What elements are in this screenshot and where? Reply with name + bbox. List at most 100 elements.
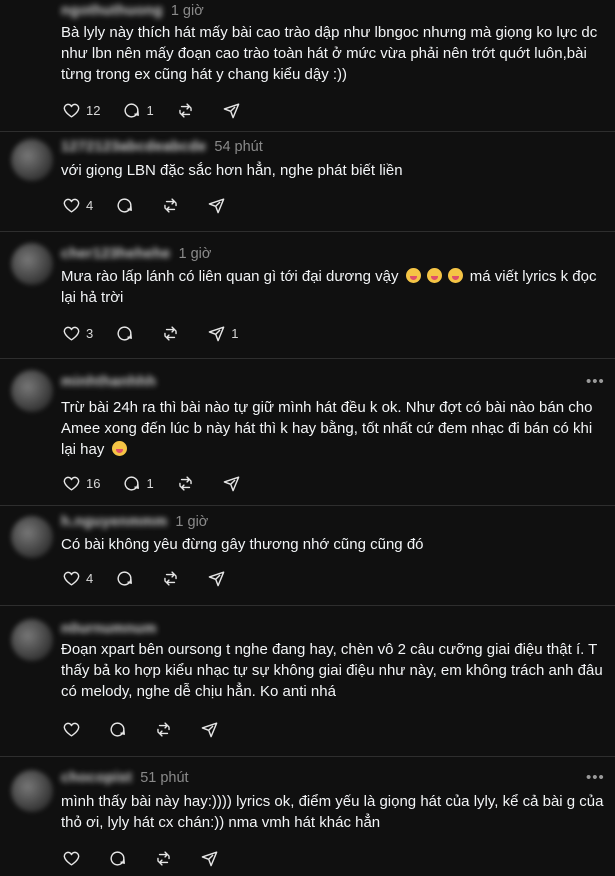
username[interactable]: cher123hehehe	[61, 246, 171, 262]
heart-icon	[63, 476, 80, 491]
repost-button[interactable]	[161, 196, 185, 215]
username[interactable]: 1272123abcdeabcde	[61, 139, 206, 155]
send-icon	[223, 102, 240, 118]
post-actions	[62, 719, 246, 739]
repost-icon	[178, 475, 192, 491]
avatar[interactable]	[11, 370, 53, 412]
post-actions: 4	[62, 568, 253, 588]
heart-icon	[63, 198, 80, 213]
tongue-out-emoji-icon	[405, 268, 421, 283]
timestamp: 1 giờ	[175, 514, 209, 530]
like-button[interactable]: 4	[62, 569, 93, 588]
repost-button[interactable]	[176, 474, 200, 493]
like-button[interactable]: 12	[62, 101, 100, 120]
username[interactable]: n0urnumnum	[61, 621, 157, 637]
post-text: Bà lyly này thích hát mấy bài cao trào d…	[61, 24, 598, 83]
repost-icon	[164, 325, 177, 341]
username[interactable]: minhthanhhh	[61, 374, 156, 390]
like-count: 12	[86, 102, 101, 118]
grinning-emoji-icon	[111, 441, 127, 456]
like-button[interactable]: 16	[62, 474, 100, 493]
reply-button[interactable]	[108, 720, 132, 739]
divider	[0, 756, 615, 757]
repost-button[interactable]	[154, 849, 178, 868]
divider	[0, 605, 615, 606]
like-count: 16	[86, 475, 101, 491]
comment-icon	[117, 570, 133, 586]
send-icon	[208, 197, 225, 213]
like-button[interactable]: 3	[62, 324, 93, 343]
post-header: n0urnumnum	[61, 619, 165, 639]
like-button[interactable]	[62, 720, 86, 739]
divider	[0, 131, 615, 132]
post-text: Trừ bài 24h ra thì bài nào tự giữ mình h…	[61, 397, 609, 460]
share-button[interactable]: 1	[207, 324, 238, 343]
reply-button[interactable]	[115, 324, 139, 343]
comment-icon	[124, 475, 140, 491]
share-button[interactable]	[207, 569, 231, 588]
repost-icon	[164, 197, 177, 213]
username[interactable]: h.nguyenmmm	[61, 514, 167, 530]
like-button[interactable]	[62, 849, 86, 868]
more-icon[interactable]: •••	[586, 374, 604, 394]
repost-icon	[178, 102, 192, 118]
reply-button[interactable]	[108, 849, 132, 868]
tongue-out-emoji-icon	[426, 268, 442, 283]
timestamp: 1 giờ	[170, 3, 204, 19]
heart-icon	[63, 722, 80, 737]
post-header: h.nguyenmmm 1 giờ	[61, 512, 208, 532]
avatar[interactable]	[11, 139, 53, 181]
post-header: cher123hehehe 1 giờ	[61, 244, 211, 264]
reply-button[interactable]: 1	[122, 474, 154, 493]
username[interactable]: ngothuthuong	[61, 3, 163, 19]
avatar[interactable]	[11, 619, 53, 661]
post-header: ngothuthuong 1 giờ	[61, 1, 204, 21]
repost-button[interactable]	[161, 324, 185, 343]
avatar[interactable]	[11, 770, 53, 812]
heart-icon	[63, 571, 80, 586]
like-count: 4	[86, 197, 94, 213]
send-icon	[201, 850, 218, 866]
repost-icon	[157, 721, 170, 737]
comment-icon	[124, 102, 140, 118]
post-actions: 12 1	[62, 100, 268, 120]
send-icon	[208, 570, 225, 586]
post-text-part: Mưa rào lấp lánh có liên quan gì tới đại…	[61, 268, 399, 285]
share-button[interactable]	[222, 474, 246, 493]
avatar[interactable]	[11, 516, 53, 558]
heart-icon	[63, 851, 80, 866]
timestamp: 51 phút	[140, 770, 189, 786]
comment-icon	[110, 721, 125, 737]
reply-button[interactable]	[115, 196, 139, 215]
comment-icon	[117, 197, 133, 213]
post-actions	[62, 848, 246, 868]
repost-icon	[164, 570, 177, 586]
post-text-part: Trừ bài 24h ra thì bài nào tự giữ mình h…	[61, 399, 593, 458]
timestamp: 1 giờ	[178, 246, 212, 262]
divider	[0, 358, 615, 359]
repost-button[interactable]	[161, 569, 185, 588]
username[interactable]: chocopist	[61, 770, 132, 786]
reply-button[interactable]	[115, 569, 139, 588]
like-button[interactable]: 4	[62, 196, 93, 215]
post-header: 1272123abcdeabcde 54 phút	[61, 137, 263, 157]
post-actions: 3 1	[62, 323, 260, 343]
share-button[interactable]	[222, 101, 246, 120]
post-text: Có bài không yêu đừng gây thương nhớ cũn…	[61, 536, 424, 553]
share-button[interactable]	[200, 720, 224, 739]
heart-icon	[63, 103, 80, 118]
comment-icon	[117, 325, 133, 341]
repost-button[interactable]	[176, 101, 200, 120]
reply-button[interactable]: 1	[122, 101, 154, 120]
send-icon	[208, 325, 225, 341]
share-count: 1	[231, 325, 239, 341]
tongue-out-emoji-icon	[447, 268, 463, 283]
more-icon[interactable]: •••	[586, 770, 604, 790]
share-button[interactable]	[207, 196, 231, 215]
repost-icon	[157, 850, 170, 866]
divider	[0, 505, 615, 506]
avatar[interactable]	[11, 243, 53, 285]
repost-button[interactable]	[154, 720, 178, 739]
share-button[interactable]	[200, 849, 224, 868]
comment-icon	[110, 850, 125, 866]
